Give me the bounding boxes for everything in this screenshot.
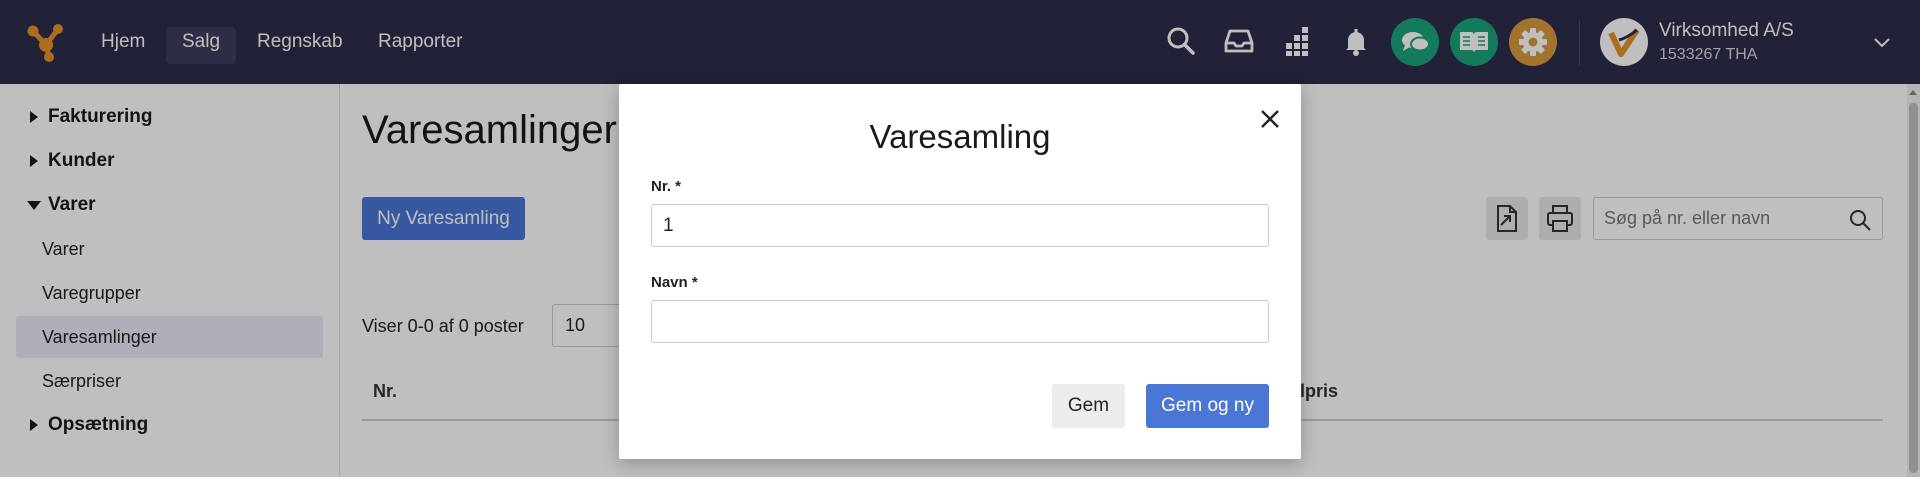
navn-field-label: Navn *	[651, 274, 698, 291]
navn-field[interactable]	[651, 300, 1269, 343]
close-icon[interactable]	[1258, 107, 1282, 131]
save-and-new-button[interactable]: Gem og ny	[1146, 384, 1269, 428]
save-button[interactable]: Gem	[1052, 384, 1125, 428]
varesamling-dialog: Varesamling Nr. * Navn * Gem Gem og ny	[619, 84, 1301, 459]
nr-field-label: Nr. *	[651, 178, 682, 195]
nr-field[interactable]	[651, 204, 1269, 247]
dialog-title: Varesamling	[869, 118, 1051, 155]
